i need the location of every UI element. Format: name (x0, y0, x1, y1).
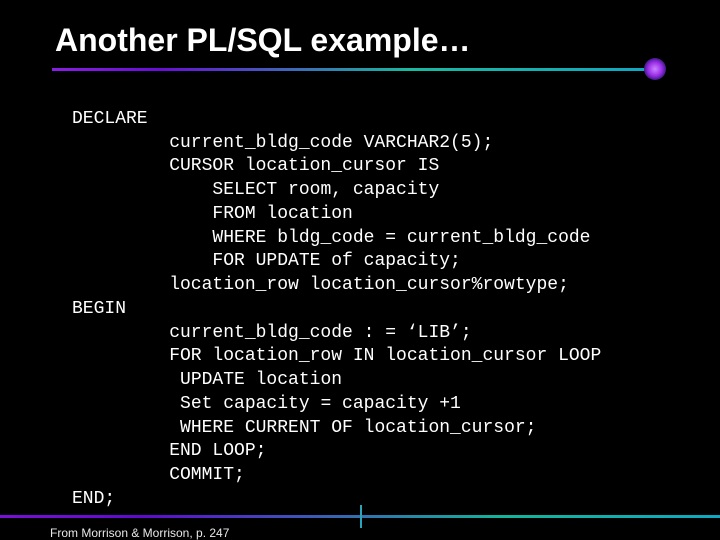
code-line: UPDATE location (72, 369, 342, 393)
slide: Another PL/SQL example… DECLARE current_… (0, 0, 720, 540)
code-line: WHERE CURRENT OF location_cursor; (72, 417, 536, 441)
code-line: current_bldg_code : = ‘LIB’; (72, 322, 472, 346)
page-title: Another PL/SQL example… (0, 0, 720, 59)
code-line: current_bldg_code VARCHAR2(5); (72, 132, 493, 156)
code-line: SELECT room, capacity (72, 179, 439, 203)
code-line: FROM location (72, 203, 353, 227)
code-line: COMMIT; (72, 464, 245, 488)
code-line: END; (72, 489, 115, 509)
footer-divider (0, 515, 720, 518)
code-line: BEGIN (72, 299, 126, 319)
code-line: DECLARE (72, 109, 148, 129)
code-line: FOR UPDATE of capacity; (72, 250, 461, 274)
code-line: END LOOP; (72, 440, 266, 464)
title-divider (52, 68, 648, 71)
code-block: DECLARE current_bldg_code VARCHAR2(5); C… (72, 84, 690, 512)
code-line: FOR location_row IN location_cursor LOOP (72, 345, 601, 369)
code-line: Set capacity = capacity +1 (72, 393, 461, 417)
code-line: location_row location_cursor%rowtype; (72, 274, 569, 298)
divider-tick (360, 505, 362, 528)
code-line: WHERE bldg_code = current_bldg_code (72, 227, 590, 251)
footer-citation: From Morrison & Morrison, p. 247 (50, 526, 229, 540)
code-line: CURSOR location_cursor IS (72, 155, 439, 179)
